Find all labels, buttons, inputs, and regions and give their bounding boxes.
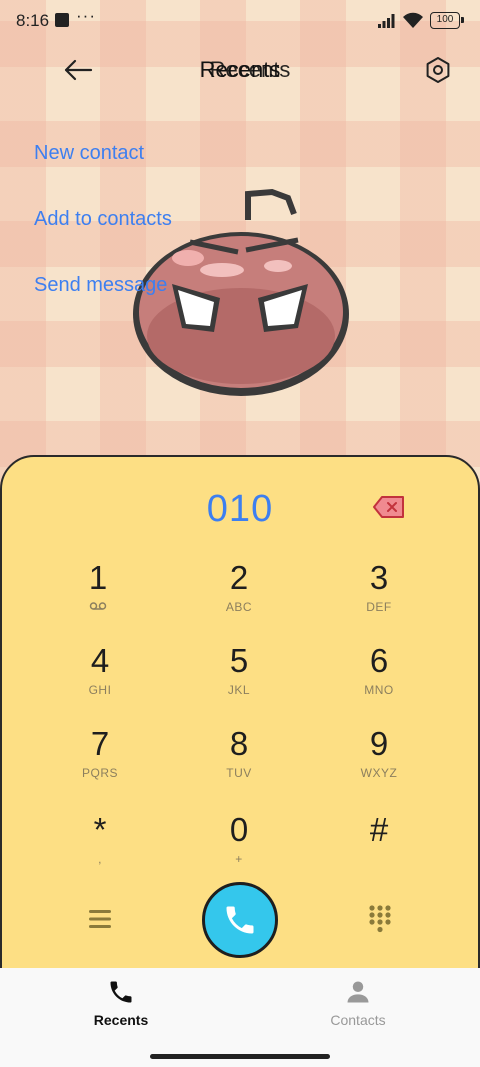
wifi-icon <box>403 12 423 28</box>
dial-key-0[interactable]: 0 + <box>184 810 294 882</box>
home-indicator[interactable] <box>150 1054 330 1059</box>
dial-key-1[interactable]: 1 <box>43 558 153 630</box>
key-digit: # <box>369 811 389 848</box>
key-digit: 9 <box>369 725 389 762</box>
tab-recents[interactable]: Recents <box>51 978 191 1028</box>
person-icon <box>347 981 369 1003</box>
send-message-link[interactable]: Send message <box>34 274 167 297</box>
tab-contacts[interactable]: Contacts <box>288 978 428 1028</box>
key-digit: 1 <box>88 559 108 596</box>
keypad-grid-icon <box>369 905 391 933</box>
phone-icon <box>226 906 254 934</box>
key-letters: WXYZ <box>360 766 398 780</box>
key-digit: 8 <box>229 725 249 762</box>
keypad-toggle-button[interactable] <box>364 902 396 936</box>
dial-key-2[interactable]: 2 ABC <box>184 558 294 630</box>
key-digit: 0 <box>229 811 249 848</box>
add-to-contacts-link[interactable]: Add to contacts <box>34 208 172 231</box>
dial-key-9[interactable]: 9 WXYZ <box>324 724 434 796</box>
status-bar: 8:16 ··· 100 <box>0 0 480 42</box>
dial-key-star[interactable]: * , <box>45 810 155 882</box>
key-letters: DEF <box>366 600 392 614</box>
status-more-dots: ··· <box>76 6 96 25</box>
key-digit: 2 <box>229 559 249 596</box>
menu-icon <box>89 910 111 928</box>
menu-button[interactable] <box>84 904 116 934</box>
key-letters: GHI <box>88 683 112 697</box>
dial-key-3[interactable]: 3 DEF <box>324 558 434 630</box>
back-arrow-icon <box>64 59 93 81</box>
signal-icon <box>378 14 395 28</box>
tab-recents-label: Recents <box>93 1012 149 1028</box>
status-time: 8:16 <box>16 11 50 30</box>
voicemail-icon <box>89 602 107 610</box>
dial-key-4[interactable]: 4 GHI <box>45 641 155 713</box>
battery-icon: 100 <box>430 12 464 29</box>
backspace-icon <box>373 496 404 518</box>
key-pause: , <box>98 852 102 866</box>
notification-app-icon <box>55 13 69 27</box>
new-contact-link[interactable]: New contact <box>34 142 144 165</box>
key-digit: * <box>93 811 107 848</box>
key-letters: ABC <box>225 600 253 614</box>
backspace-button[interactable] <box>372 494 406 520</box>
key-digit: 7 <box>90 725 110 762</box>
key-digit: 3 <box>369 559 389 596</box>
key-digit: 6 <box>369 642 389 679</box>
settings-button[interactable] <box>420 52 456 88</box>
dial-key-hash[interactable]: # <box>324 810 434 882</box>
settings-hexagon-icon <box>426 57 450 83</box>
dial-key-6[interactable]: 6 MNO <box>324 641 434 713</box>
key-letters: JKL <box>227 683 251 697</box>
key-digit: 4 <box>90 642 110 679</box>
key-letters: TUV <box>226 766 252 780</box>
phone-icon <box>110 981 132 1003</box>
key-letters: PQRS <box>81 766 118 780</box>
key-plus: + <box>235 852 243 866</box>
back-button[interactable] <box>58 52 98 88</box>
bottom-navigation: Recents Contacts <box>0 968 480 1067</box>
dial-key-5[interactable]: 5 JKL <box>184 641 294 713</box>
dial-key-7[interactable]: 7 PQRS <box>45 724 155 796</box>
dialed-number-display[interactable]: 010 <box>140 488 340 531</box>
tab-contacts-label: Contacts <box>330 1012 386 1028</box>
dial-key-8[interactable]: 8 TUV <box>184 724 294 796</box>
key-letters: MNO <box>364 683 394 697</box>
call-button[interactable] <box>202 882 278 958</box>
key-digit: 5 <box>229 642 249 679</box>
page-title-overlap: Recents <box>209 57 291 82</box>
